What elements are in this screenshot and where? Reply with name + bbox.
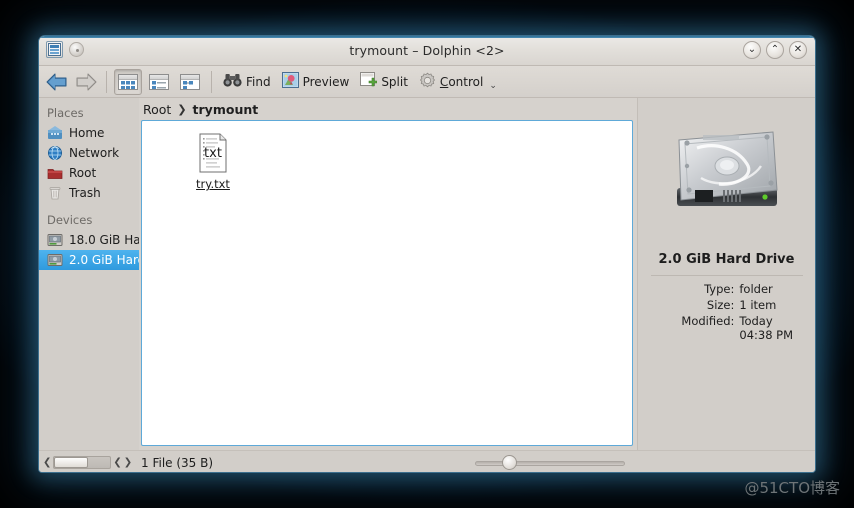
sidebar-item-label: Network bbox=[69, 146, 120, 160]
preview-image-icon bbox=[281, 72, 299, 91]
close-button[interactable]: ✕ bbox=[789, 41, 807, 59]
find-label: Find bbox=[246, 74, 271, 89]
text-file-icon: txt bbox=[196, 133, 230, 173]
network-globe-icon bbox=[47, 145, 63, 161]
hard-drive-icon bbox=[47, 232, 63, 248]
title-bar[interactable]: trymount – Dolphin <2> ⌄ ⌃ ✕ bbox=[39, 36, 815, 66]
sidebar-horizontal-scrollbar[interactable]: ❮ ❮ ❯ bbox=[39, 456, 135, 469]
sidebar-item-trash[interactable]: Trash bbox=[39, 183, 139, 203]
split-button[interactable]: Split bbox=[356, 69, 412, 95]
window-body: Places Home Network Root Trash Devices 1… bbox=[39, 98, 815, 450]
sidebar-item-label: Home bbox=[69, 126, 105, 140]
info-row-type: Type: folder bbox=[646, 282, 807, 296]
sidebar-item-label: Root bbox=[69, 166, 97, 180]
sidebar-item-label: Trash bbox=[69, 186, 101, 200]
info-key: Modified: bbox=[681, 314, 735, 328]
zoom-slider-thumb[interactable] bbox=[502, 454, 517, 470]
zoom-slider-track[interactable] bbox=[475, 460, 625, 466]
status-text: 1 File (35 B) bbox=[141, 455, 214, 470]
scroll-track[interactable] bbox=[53, 456, 112, 469]
sidebar-item-18gb-hard-drive[interactable]: 18.0 GiB Har bbox=[39, 230, 139, 250]
info-key: Type: bbox=[704, 282, 735, 296]
sidebar-item-root[interactable]: Root bbox=[39, 163, 139, 183]
preview-button[interactable]: Preview bbox=[278, 69, 354, 95]
info-panel-divider bbox=[650, 275, 803, 276]
sidebar-section-places-header: Places bbox=[47, 106, 84, 120]
dolphin-window: trymount – Dolphin <2> ⌄ ⌃ ✕ Find Previe… bbox=[38, 35, 816, 473]
zoom-slider[interactable] bbox=[475, 454, 625, 471]
info-panel-rows: Type: folder Size: 1 item Modified: Toda… bbox=[646, 282, 807, 344]
scroll-right-icon[interactable]: ❯ bbox=[124, 457, 132, 468]
file-name-label[interactable]: try.txt bbox=[178, 177, 248, 191]
toolbar-separator bbox=[106, 70, 107, 93]
gear-icon bbox=[419, 72, 436, 92]
sidebar-section-devices-header: Devices bbox=[47, 213, 93, 227]
control-button[interactable]: Control ⌄ bbox=[415, 69, 501, 95]
breadcrumb[interactable]: Root ❯ trymount bbox=[139, 98, 637, 120]
trash-icon bbox=[47, 185, 63, 201]
root-folder-icon bbox=[47, 165, 63, 181]
hard-drive-icon bbox=[667, 118, 787, 238]
desktop-background: trymount – Dolphin <2> ⌄ ⌃ ✕ Find Previe… bbox=[0, 0, 854, 508]
find-button[interactable]: Find bbox=[219, 69, 275, 95]
file-icon-type-label: txt bbox=[204, 146, 222, 161]
scroll-left-icon[interactable]: ❮ bbox=[43, 457, 51, 468]
split-view-icon bbox=[360, 72, 378, 91]
breadcrumb-separator-icon: ❯ bbox=[177, 102, 187, 116]
breadcrumb-root[interactable]: Root bbox=[143, 102, 171, 117]
sidebar-item-2gb-hard-drive[interactable]: 2.0 GiB Hard bbox=[39, 250, 139, 270]
sidebar-item-network[interactable]: Network bbox=[39, 143, 139, 163]
info-row-modified: Modified: Today 04:38 PM bbox=[646, 314, 807, 342]
home-folder-icon bbox=[47, 125, 63, 141]
info-row-size: Size: 1 item bbox=[646, 298, 807, 312]
info-value: Today 04:38 PM bbox=[739, 314, 794, 342]
window-title: trymount – Dolphin <2> bbox=[349, 43, 505, 58]
chevron-down-icon[interactable]: ⌄ bbox=[489, 81, 497, 93]
view-icons-button[interactable] bbox=[114, 68, 142, 95]
file-item-try-txt[interactable]: txt try.txt bbox=[178, 133, 248, 191]
watermark: @51CTO博客 bbox=[744, 479, 840, 497]
control-label-rest: ontrol bbox=[448, 74, 484, 89]
file-list-view[interactable]: txt try.txt bbox=[141, 120, 633, 446]
view-columns-button[interactable] bbox=[176, 69, 204, 95]
back-button[interactable] bbox=[44, 71, 70, 93]
sidebar-item-label: 18.0 GiB Har bbox=[69, 233, 139, 247]
toolbar-separator-2 bbox=[211, 70, 212, 93]
maximize-button[interactable]: ⌃ bbox=[766, 41, 784, 59]
sidebar-item-label: 2.0 GiB Hard bbox=[69, 253, 139, 267]
preview-label: Preview bbox=[302, 74, 350, 89]
info-value: folder bbox=[739, 282, 773, 296]
scroll-left-icon-2[interactable]: ❮ bbox=[113, 457, 121, 468]
info-value: 1 item bbox=[739, 298, 777, 312]
forward-button[interactable] bbox=[73, 71, 99, 93]
breadcrumb-current[interactable]: trymount bbox=[193, 102, 259, 117]
info-panel-title: 2.0 GiB Hard Drive bbox=[658, 252, 795, 267]
window-controls: ⌄ ⌃ ✕ bbox=[743, 41, 807, 59]
view-details-button[interactable] bbox=[145, 69, 173, 95]
hard-drive-icon bbox=[47, 252, 63, 268]
sidebar-item-home[interactable]: Home bbox=[39, 123, 139, 143]
split-label: Split bbox=[381, 74, 408, 89]
shade-button[interactable]: ⌄ bbox=[743, 41, 761, 59]
binoculars-icon bbox=[223, 72, 242, 91]
information-panel: 2.0 GiB Hard Drive Type: folder Size: 1 … bbox=[637, 98, 815, 450]
places-sidebar: Places Home Network Root Trash Devices 1… bbox=[39, 98, 139, 450]
main-view: Root ❯ trymount txt try.txt bbox=[139, 98, 637, 450]
scroll-thumb[interactable] bbox=[54, 457, 89, 468]
toolbar: Find Preview Split Control ⌄ bbox=[39, 66, 815, 98]
status-bar: ❮ ❮ ❯ 1 File (35 B) bbox=[39, 450, 815, 472]
info-key: Size: bbox=[706, 298, 735, 312]
control-label: Control bbox=[440, 75, 483, 89]
